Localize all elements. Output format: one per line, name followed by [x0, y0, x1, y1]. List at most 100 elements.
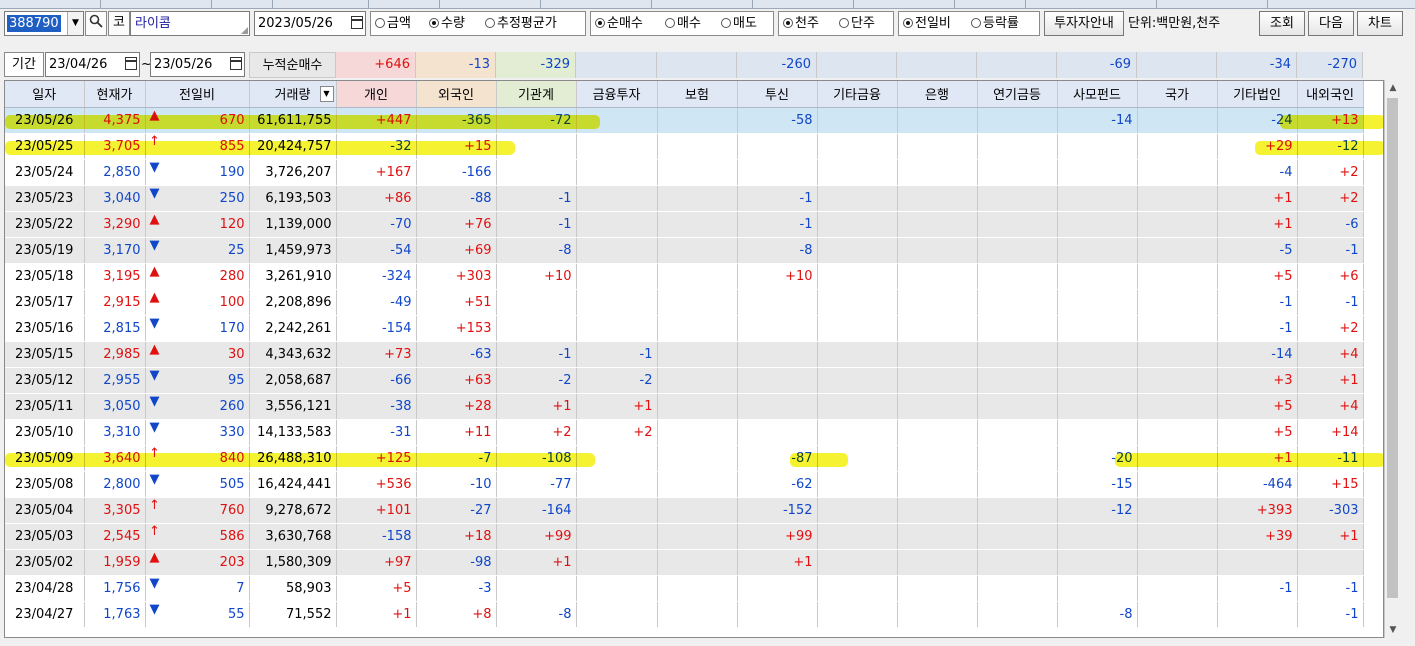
table-row[interactable]: 23/05/17 2,915 ▲ 100 2,208,896 -49 +51 -1 -1 [5, 289, 1364, 316]
radio-net-buy[interactable]: 순매수 [595, 12, 643, 35]
scroll-thumb[interactable] [1387, 98, 1398, 598]
cell-price: 2,850 [84, 159, 146, 186]
table-row[interactable]: 23/05/19 3,170 ▼ 25 1,459,973 -54 +69 -8 -8 -5 -1 [5, 237, 1364, 264]
next-button[interactable]: 다음 [1308, 11, 1354, 36]
stock-code-value[interactable]: 388790 [7, 15, 61, 32]
column-header[interactable]: 금융투자 [576, 81, 658, 108]
radio-amount[interactable]: 금액 [375, 12, 411, 35]
radio-quantity[interactable]: 수량 [429, 12, 465, 35]
cell-investor: -1 [1217, 575, 1298, 602]
table-row[interactable]: 23/05/03 2,545 ↑ 586 3,630,768 -158 +18 +99 +99 +… [5, 523, 1364, 550]
cell-investor [657, 315, 738, 342]
table-row[interactable]: 23/05/02 1,959 ▲ 203 1,580,309 +97 -98 +1 +1 [5, 549, 1364, 576]
investor-table[interactable]: 일자 현재가 전일비 거래량 ▼ 개인 외국인 기관계 금융투자 보험 투신 기타금융 은행 연기금등 사모… [4, 80, 1384, 638]
column-header[interactable]: 은행 [897, 81, 978, 108]
column-header[interactable]: 개인 [336, 81, 417, 108]
column-header[interactable]: 기관계 [496, 81, 577, 108]
calendar-icon[interactable] [230, 57, 242, 70]
cell-investor: +1 [496, 393, 577, 420]
cell-investor [737, 575, 818, 602]
column-header[interactable]: 기타법인 [1217, 81, 1298, 108]
table-row[interactable]: 23/05/22 3,290 ▲ 120 1,139,000 -70 +76 -1 -1 +1 -6 [5, 211, 1364, 238]
toolbar: 388790 ▼ 코 라이콤 2023/05/26 금액 수량 추정평균가 순매… [0, 9, 1415, 39]
period-to-value: 23/05/26 [154, 57, 213, 72]
period-from-field[interactable]: 23/04/26 [45, 52, 140, 77]
cumulative-value: -260 [737, 52, 817, 78]
cell-investor [657, 601, 738, 628]
investor-guide-button[interactable]: 투자자안내 [1044, 11, 1124, 36]
period-to-field[interactable]: 23/05/26 [150, 52, 245, 77]
table-row[interactable]: 23/05/08 2,800 ▼ 505 16,424,441 +536 -10 -77 -62… [5, 471, 1364, 498]
scroll-down-icon[interactable]: ▼ [1385, 622, 1401, 638]
cumulative-value [657, 52, 737, 78]
radio-change-rate[interactable]: 등락률 [971, 12, 1019, 35]
query-date-field[interactable]: 2023/05/26 [254, 11, 366, 36]
stock-code-combo[interactable]: 388790 ▼ [4, 11, 84, 36]
radio-buy[interactable]: 매수 [665, 12, 701, 35]
radio-avg-price[interactable]: 추정평균가 [485, 12, 557, 35]
query-button[interactable]: 조회 [1259, 11, 1305, 36]
cell-investor: -152 [737, 497, 818, 524]
cell-investor [1057, 315, 1138, 342]
column-header[interactable]: 전일비 [145, 81, 250, 108]
column-header[interactable]: 거래량 ▼ [249, 81, 337, 108]
cell-investor [657, 549, 738, 576]
table-row[interactable]: 23/05/12 2,955 ▼ 95 2,058,687 -66 +63 -2 -2 +3 +1 [5, 367, 1364, 394]
cell-investor: +11 [416, 419, 497, 446]
cell-investor [657, 419, 738, 446]
table-row[interactable]: 23/05/26 4,375 ▲ 670 61,611,755 +447 -365 -72 -5… [5, 107, 1364, 134]
column-header[interactable]: 보험 [657, 81, 738, 108]
cell-investor [977, 211, 1058, 238]
cell-investor: -20 [1057, 445, 1138, 472]
column-header[interactable]: 일자 [5, 81, 85, 108]
calendar-icon[interactable] [351, 16, 363, 29]
cell-volume: 2,208,896 [249, 289, 337, 316]
chevron-down-icon[interactable]: ▼ [67, 12, 83, 35]
cell-investor: -14 [1057, 107, 1138, 134]
column-header[interactable]: 국가 [1137, 81, 1218, 108]
column-header[interactable]: 현재가 [84, 81, 146, 108]
calendar-icon[interactable] [125, 57, 137, 70]
table-row[interactable]: 23/05/18 3,195 ▲ 280 3,261,910 -324 +303 +10 +10… [5, 263, 1364, 290]
column-header[interactable]: 연기금등 [977, 81, 1058, 108]
radio-thousand-shares[interactable]: 천주 [783, 12, 819, 35]
stock-name-field[interactable]: 라이콤 [130, 11, 250, 36]
column-header[interactable]: 기타금융 [817, 81, 898, 108]
column-header[interactable]: 투신 [737, 81, 818, 108]
column-header[interactable]: 사모펀드 [1057, 81, 1138, 108]
cell-investor [897, 523, 978, 550]
cumulative-value: -69 [1057, 52, 1137, 78]
table-row[interactable]: 23/05/09 3,640 ↑ 840 26,488,310 +125 -7 -108 -87… [5, 445, 1364, 472]
table-row[interactable]: 23/04/27 1,763 ▼ 55 71,552 +1 +8 -8 -8 -1 [5, 601, 1364, 628]
radio-single-shares[interactable]: 단주 [839, 12, 875, 35]
chart-button[interactable]: 차트 [1357, 11, 1403, 36]
cell-date: 23/05/22 [5, 211, 85, 238]
cell-change: ▲ 30 [145, 341, 250, 368]
cell-investor [576, 575, 658, 602]
table-row[interactable]: 23/05/10 3,310 ▼ 330 14,133,583 -31 +11 +2 +2 +5 +… [5, 419, 1364, 446]
cell-date: 23/04/27 [5, 601, 85, 628]
radio-label: 금액 [387, 16, 411, 31]
table-row[interactable]: 23/04/28 1,756 ▼ 7 58,903 +5 -3 -1 -1 [5, 575, 1364, 602]
market-button[interactable]: 코 [108, 11, 130, 36]
change-value: 586 [219, 528, 245, 544]
table-row[interactable]: 23/05/15 2,985 ▲ 30 4,343,632 +73 -63 -1 -1 -14 +4 [5, 341, 1364, 368]
scroll-up-icon[interactable]: ▲ [1385, 80, 1401, 96]
column-header[interactable]: 내외국인 [1297, 81, 1364, 108]
column-header[interactable]: 외국인 [416, 81, 497, 108]
table-row[interactable]: 23/05/16 2,815 ▼ 170 2,242,261 -154 +153 -1 +2 [5, 315, 1364, 342]
search-button[interactable] [85, 11, 107, 36]
sort-dropdown-icon[interactable]: ▼ [319, 86, 334, 102]
vertical-scrollbar[interactable]: ▲ ▼ [1384, 80, 1400, 638]
table-row[interactable]: 23/05/23 3,040 ▼ 250 6,193,503 +86 -88 -1 -1 +1 +2 [5, 185, 1364, 212]
tab-strip[interactable] [0, 0, 1415, 9]
table-row[interactable]: 23/05/04 3,305 ↑ 760 9,278,672 +101 -27 -164 -15… [5, 497, 1364, 524]
table-row[interactable]: 23/05/11 3,050 ▼ 260 3,556,121 -38 +28 +1 +1 +5 +4 [5, 393, 1364, 420]
radio-prev-diff[interactable]: 전일비 [903, 12, 951, 35]
cell-investor [1137, 471, 1218, 498]
radio-sell[interactable]: 매도 [721, 12, 757, 35]
table-row[interactable]: 23/05/24 2,850 ▼ 190 3,726,207 +167 -166 -4 +2 [5, 159, 1364, 186]
cell-investor [576, 497, 658, 524]
radio-circle-icon [429, 18, 439, 28]
table-row[interactable]: 23/05/25 3,705 ↑ 855 20,424,757 -32 +15 +29 -12 [5, 133, 1364, 160]
